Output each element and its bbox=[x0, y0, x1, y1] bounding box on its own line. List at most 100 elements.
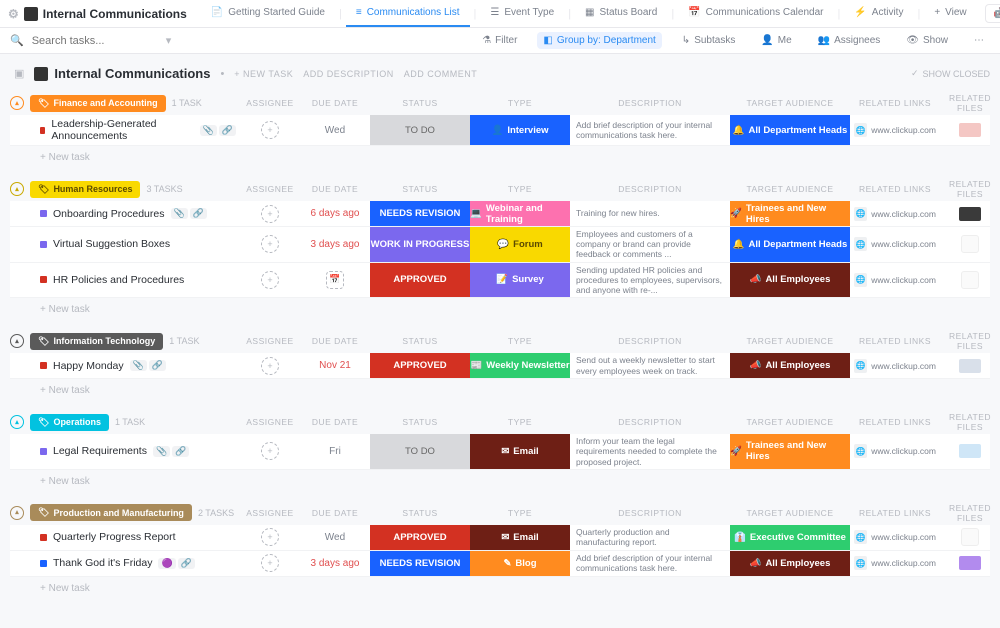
column-header[interactable]: TYPE bbox=[470, 508, 570, 518]
column-header[interactable]: DESCRIPTION bbox=[570, 184, 730, 194]
column-header[interactable]: RELATED LINKS bbox=[850, 98, 940, 108]
column-header[interactable]: STATUS bbox=[370, 184, 470, 194]
view-tab[interactable]: 📅Communications Calendar bbox=[678, 0, 833, 27]
status-cell[interactable]: NEEDS REVISION bbox=[370, 201, 470, 226]
related-link[interactable]: www.clickup.com bbox=[871, 361, 936, 371]
subtasks-button[interactable]: ↳ Subtasks bbox=[676, 32, 742, 49]
collapse-group-icon[interactable]: ▾ bbox=[10, 96, 24, 110]
column-header[interactable]: RELATED LINKS bbox=[850, 184, 940, 194]
group-pill[interactable]: 🏷 Human Resources bbox=[30, 181, 140, 198]
status-square-icon[interactable] bbox=[40, 127, 45, 134]
group-pill[interactable]: 🏷 Operations bbox=[30, 414, 109, 431]
target-audience-cell[interactable]: 🔔All Department Heads bbox=[730, 227, 850, 262]
column-header[interactable]: RELATED FILES bbox=[940, 93, 1000, 113]
view-tab[interactable]: ≡Communications List bbox=[346, 0, 470, 27]
view-tab[interactable]: ☰Event Type bbox=[480, 0, 564, 27]
due-date[interactable]: 6 days ago bbox=[311, 208, 360, 219]
chip[interactable]: 🔗 bbox=[178, 558, 195, 569]
new-task-button[interactable]: + NEW TASK bbox=[234, 69, 293, 79]
column-header[interactable]: RELATED FILES bbox=[940, 179, 1000, 199]
column-header[interactable]: DUE DATE bbox=[300, 336, 370, 346]
status-cell[interactable]: APPROVED bbox=[370, 353, 470, 378]
collapse-group-icon[interactable]: ▾ bbox=[10, 506, 24, 520]
view-tab[interactable]: ▦Status Board bbox=[575, 0, 667, 27]
assignees-button[interactable]: 👥 Assignees bbox=[812, 32, 887, 49]
related-link[interactable]: www.clickup.com bbox=[871, 125, 936, 135]
column-header[interactable]: DUE DATE bbox=[300, 98, 370, 108]
status-square-icon[interactable] bbox=[40, 560, 47, 567]
chip[interactable]: 📎 bbox=[171, 208, 188, 219]
view-tab[interactable]: 📄Getting Started Guide bbox=[201, 0, 335, 27]
file-thumbnail[interactable] bbox=[959, 123, 981, 137]
description-cell[interactable]: Sending updated HR policies and procedur… bbox=[570, 263, 730, 298]
related-link[interactable]: www.clickup.com bbox=[871, 209, 936, 219]
type-cell[interactable]: 👤Interview bbox=[470, 115, 570, 145]
task-row[interactable]: Thank God it's Friday 🟣🔗+3 days agoNEEDS… bbox=[10, 551, 990, 577]
due-date[interactable]: 3 days ago bbox=[311, 558, 360, 569]
type-cell[interactable]: ✉Email bbox=[470, 525, 570, 550]
new-task-row[interactable]: + New task bbox=[10, 470, 990, 487]
column-header[interactable]: RELATED FILES bbox=[940, 412, 1000, 432]
new-task-row[interactable]: + New task bbox=[10, 379, 990, 396]
assignee-placeholder[interactable]: + bbox=[261, 205, 279, 223]
column-header[interactable]: TARGET AUDIENCE bbox=[730, 98, 850, 108]
chip[interactable]: 📎 bbox=[130, 360, 147, 371]
column-header[interactable]: TARGET AUDIENCE bbox=[730, 336, 850, 346]
show-closed-button[interactable]: ✓ SHOW CLOSED bbox=[911, 68, 990, 79]
search-input[interactable] bbox=[30, 34, 160, 48]
status-cell[interactable]: WORK IN PROGRESS bbox=[370, 227, 470, 262]
due-date[interactable]: Wed bbox=[325, 532, 345, 543]
task-name[interactable]: Legal Requirements bbox=[53, 445, 147, 457]
status-cell[interactable]: TO DO bbox=[370, 115, 470, 145]
task-row[interactable]: Quarterly Progress Report +WedAPPROVED✉E… bbox=[10, 525, 990, 551]
column-header[interactable]: RELATED LINKS bbox=[850, 336, 940, 346]
chip[interactable]: 🔗 bbox=[190, 208, 207, 219]
column-header[interactable]: STATUS bbox=[370, 508, 470, 518]
new-task-row[interactable]: + New task bbox=[10, 298, 990, 315]
assignee-placeholder[interactable]: + bbox=[261, 357, 279, 375]
column-header[interactable]: DESCRIPTION bbox=[570, 417, 730, 427]
type-cell[interactable]: 💬Forum bbox=[470, 227, 570, 262]
chevron-down-icon[interactable]: ▾ bbox=[166, 34, 172, 47]
description-cell[interactable]: Inform your team the legal requirements … bbox=[570, 434, 730, 469]
type-cell[interactable]: ✉Email bbox=[470, 434, 570, 469]
type-cell[interactable]: 📰Weekly Newsletter bbox=[470, 353, 570, 378]
file-thumbnail[interactable] bbox=[959, 444, 981, 458]
collapse-group-icon[interactable]: ▾ bbox=[10, 334, 24, 348]
file-thumbnail[interactable] bbox=[959, 359, 981, 373]
status-cell[interactable]: APPROVED bbox=[370, 263, 470, 298]
automate-button[interactable]: 🤖 Automate ▾ bbox=[985, 4, 1000, 23]
task-row[interactable]: Leadership-Generated Announcements 📎🔗+We… bbox=[10, 115, 990, 146]
column-header[interactable]: STATUS bbox=[370, 98, 470, 108]
task-row[interactable]: Happy Monday 📎🔗+Nov 21APPROVED📰Weekly Ne… bbox=[10, 353, 990, 379]
chip[interactable]: 📎 bbox=[200, 125, 217, 136]
column-header[interactable]: TARGET AUDIENCE bbox=[730, 417, 850, 427]
related-link[interactable]: www.clickup.com bbox=[871, 558, 936, 568]
column-header[interactable]: STATUS bbox=[370, 417, 470, 427]
group-pill[interactable]: 🏷 Information Technology bbox=[30, 333, 163, 350]
file-placeholder[interactable] bbox=[961, 271, 979, 289]
task-name[interactable]: Happy Monday bbox=[53, 360, 124, 372]
target-audience-cell[interactable]: 📣All Employees bbox=[730, 551, 850, 576]
due-date[interactable]: 3 days ago bbox=[311, 239, 360, 250]
description-cell[interactable]: Add brief description of your internal c… bbox=[570, 115, 730, 145]
task-name[interactable]: Thank God it's Friday bbox=[53, 557, 152, 569]
column-header[interactable]: STATUS bbox=[370, 336, 470, 346]
file-placeholder[interactable] bbox=[961, 235, 979, 253]
column-header[interactable]: RELATED FILES bbox=[940, 503, 1000, 523]
due-date[interactable]: Nov 21 bbox=[319, 360, 351, 371]
column-header[interactable]: RELATED LINKS bbox=[850, 508, 940, 518]
me-button[interactable]: 👤 Me bbox=[755, 32, 797, 49]
description-cell[interactable]: Quarterly production and manufacturing r… bbox=[570, 525, 730, 550]
column-header[interactable]: ASSIGNEE bbox=[240, 98, 300, 108]
chip[interactable]: 🔗 bbox=[172, 446, 189, 457]
assignee-placeholder[interactable]: + bbox=[261, 528, 279, 546]
assignee-placeholder[interactable]: + bbox=[261, 442, 279, 460]
add-view-tab[interactable]: + View bbox=[924, 0, 976, 27]
column-header[interactable]: TYPE bbox=[470, 417, 570, 427]
column-header[interactable]: TARGET AUDIENCE bbox=[730, 508, 850, 518]
file-thumbnail[interactable] bbox=[959, 556, 981, 570]
add-description-button[interactable]: ADD DESCRIPTION bbox=[303, 69, 394, 79]
status-square-icon[interactable] bbox=[40, 534, 47, 541]
column-header[interactable]: RELATED LINKS bbox=[850, 417, 940, 427]
